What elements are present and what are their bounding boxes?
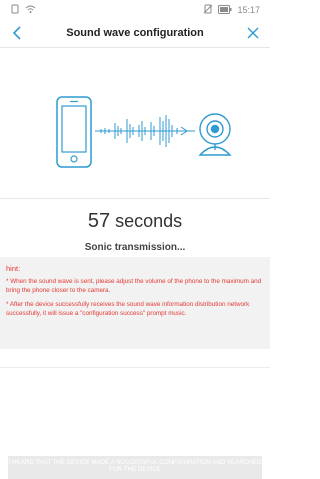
hint-box: hint: * When the sound wave is sent, ple…	[0, 257, 270, 349]
no-sim-icon	[203, 4, 213, 16]
status-right: 15:17	[203, 4, 260, 16]
sim-card-icon	[10, 4, 20, 16]
status-bar: 15:17	[0, 0, 270, 20]
status-time: 15:17	[237, 5, 260, 15]
battery-icon	[218, 4, 232, 16]
countdown-unit: seconds	[115, 211, 183, 231]
page-title: Sound wave configuration	[66, 27, 204, 39]
confirm-configuration-button[interactable]: I HEARD THAT THE DEVICE MADE A SUCCESSFU…	[8, 456, 262, 479]
wifi-icon	[25, 4, 36, 16]
status-left	[10, 4, 36, 16]
divider	[0, 198, 270, 199]
hint-item: * After the device successfully receives…	[6, 301, 250, 317]
sound-wave-icon	[95, 115, 195, 147]
nav-bar: Sound wave configuration	[0, 22, 270, 48]
hint-title: hint:	[6, 264, 21, 273]
chevron-left-icon	[11, 25, 23, 45]
countdown-value: 57	[87, 210, 111, 232]
phone-icon	[56, 96, 92, 168]
back-button[interactable]	[6, 25, 28, 45]
hint-item: * When the sound wave is sent, please ad…	[6, 278, 262, 294]
divider	[0, 367, 270, 368]
close-button[interactable]	[242, 25, 264, 45]
sound-wave-illustration	[55, 95, 235, 175]
transmission-status: Sonic transmission...	[84, 242, 186, 253]
countdown-timer: 57 seconds	[0, 210, 270, 233]
close-icon	[247, 26, 259, 44]
camera-icon	[198, 113, 232, 156]
